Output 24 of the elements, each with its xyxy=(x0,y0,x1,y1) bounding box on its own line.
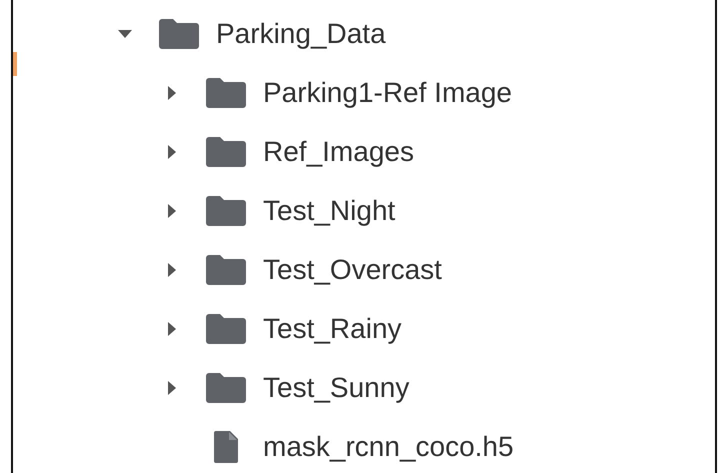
file-name[interactable]: mask_rcnn_coco.h5 xyxy=(263,430,514,462)
caret-icon[interactable] xyxy=(168,144,176,158)
folder-icon xyxy=(206,78,246,108)
folder-icon xyxy=(206,314,246,344)
folder-name[interactable]: Parking1-Ref Image xyxy=(263,76,512,108)
folder-name[interactable]: Test_Rainy xyxy=(263,312,402,344)
caret-icon[interactable] xyxy=(168,86,176,100)
folder-name[interactable]: Test_Night xyxy=(263,194,396,226)
caret-icon[interactable] xyxy=(168,322,176,336)
folder-name[interactable]: Test_Sunny xyxy=(263,372,410,404)
folder-icon xyxy=(206,372,246,402)
file-icon xyxy=(214,430,238,462)
folder-icon xyxy=(206,136,246,166)
edge-marker xyxy=(13,52,17,76)
caret-icon[interactable] xyxy=(168,380,176,394)
folder-icon xyxy=(159,18,199,48)
folder-name[interactable]: Parking_Data xyxy=(216,18,386,50)
folder-icon xyxy=(206,196,246,226)
folder-icon xyxy=(206,254,246,284)
folder-name[interactable]: Test_Overcast xyxy=(263,254,442,286)
caret-icon[interactable] xyxy=(118,30,132,38)
folder-name[interactable]: Ref_Images xyxy=(263,136,414,168)
caret-icon[interactable] xyxy=(168,262,176,276)
caret-icon[interactable] xyxy=(168,204,176,218)
